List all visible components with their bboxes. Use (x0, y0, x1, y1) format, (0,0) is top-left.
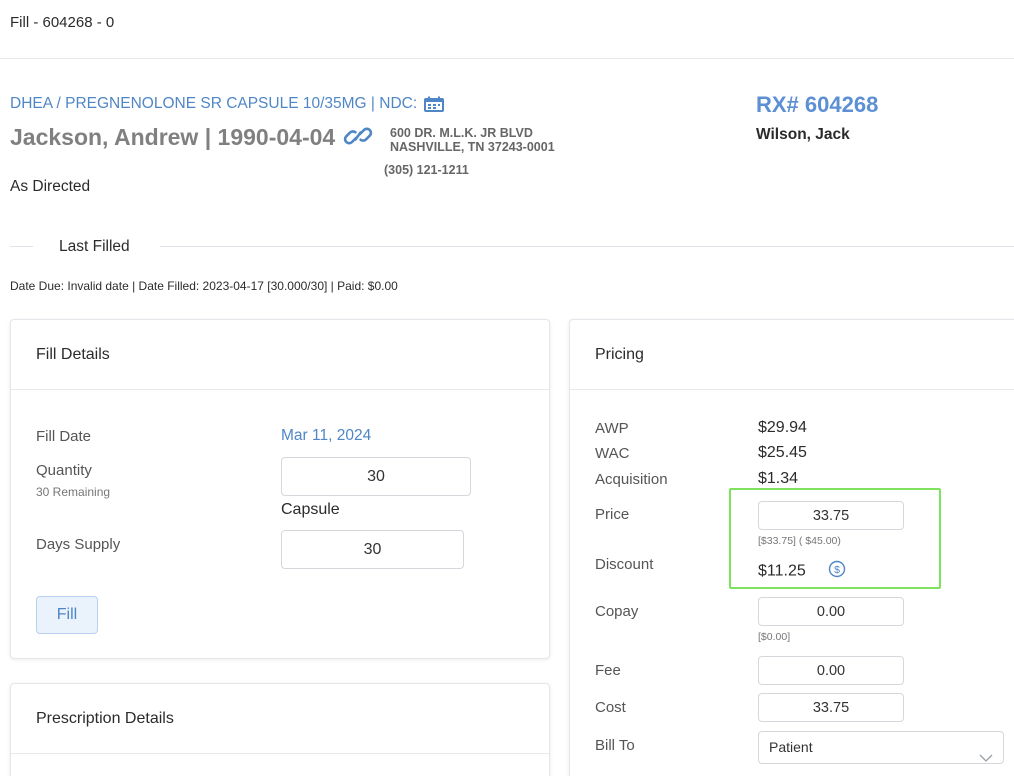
days-supply-input[interactable] (281, 530, 464, 569)
divider (160, 246, 1014, 247)
fill-details-card: Fill Details Fill Date Mar 11, 2024 Quan… (10, 319, 550, 659)
acquisition-label: Acquisition (595, 471, 668, 488)
card-title: Fill Details (36, 346, 110, 363)
last-filled-label: Last Filled (59, 238, 130, 255)
copay-label: Copay (595, 603, 639, 620)
fill-button[interactable]: Fill (36, 596, 98, 634)
card-title: Prescription Details (36, 710, 174, 727)
card-header: Pricing (570, 320, 1014, 390)
fee-input[interactable] (758, 656, 904, 685)
awp-label: AWP (595, 420, 629, 437)
patient-address: 600 DR. M.L.K. JR BLVD NASHVILLE, TN 372… (390, 126, 555, 154)
cost-label: Cost (595, 699, 626, 716)
copay-input[interactable] (758, 597, 904, 626)
prescriber-name: Wilson, Jack (756, 126, 850, 143)
page-title: Fill - 604268 - 0 (10, 14, 115, 31)
drug-ndc-line: DHEA / PREGNENOLONE SR CAPSULE 10/35MG |… (10, 95, 445, 113)
fee-label: Fee (595, 662, 621, 679)
bill-to-value: Patient (769, 739, 813, 755)
directions-text: As Directed (10, 178, 91, 195)
discount-label: Discount (595, 556, 654, 573)
bill-to-label: Bill To (595, 737, 635, 754)
wac-label: WAC (595, 445, 630, 462)
prescription-details-card: Prescription Details (10, 683, 550, 776)
patient-phone: (305) 121-1211 (384, 163, 469, 177)
fill-date-label: Fill Date (36, 428, 92, 445)
price-label: Price (595, 506, 630, 523)
divider (10, 246, 33, 247)
wac-value: $25.45 (758, 444, 807, 461)
cost-input[interactable] (758, 693, 904, 722)
barcode-calendar-icon[interactable] (424, 96, 445, 112)
quantity-unit: Capsule (281, 501, 340, 518)
quantity-input[interactable] (281, 457, 471, 496)
chevron-down-icon (979, 743, 993, 774)
link-icon[interactable] (343, 123, 373, 149)
days-supply-label: Days Supply (36, 536, 121, 553)
copay-hint: [$0.00] (758, 631, 791, 643)
awp-value: $29.94 (758, 419, 807, 436)
last-fill-info: Date Due: Invalid date | Date Filled: 20… (10, 279, 398, 293)
patient-name-dob: Jackson, Andrew | 1990-04-04 (10, 124, 336, 150)
price-discount-highlight (729, 488, 941, 589)
address-line-1: 600 DR. M.L.K. JR BLVD (390, 126, 533, 140)
card-header: Fill Details (11, 320, 549, 390)
quantity-remaining: 30 Remaining (36, 485, 111, 499)
quantity-label: Quantity (36, 462, 92, 479)
bill-to-select[interactable]: Patient (758, 731, 1004, 764)
card-title: Pricing (595, 346, 644, 363)
fill-date-value[interactable]: Mar 11, 2024 (281, 427, 371, 445)
header-divider (0, 58, 1014, 59)
drug-name: DHEA / PREGNENOLONE SR CAPSULE 10/35MG |… (10, 95, 418, 112)
acquisition-value: $1.34 (758, 470, 799, 487)
card-header: Prescription Details (11, 684, 549, 754)
rx-number: RX# 604268 (756, 92, 879, 117)
address-line-2: NASHVILLE, TN 37243-0001 (390, 140, 555, 154)
